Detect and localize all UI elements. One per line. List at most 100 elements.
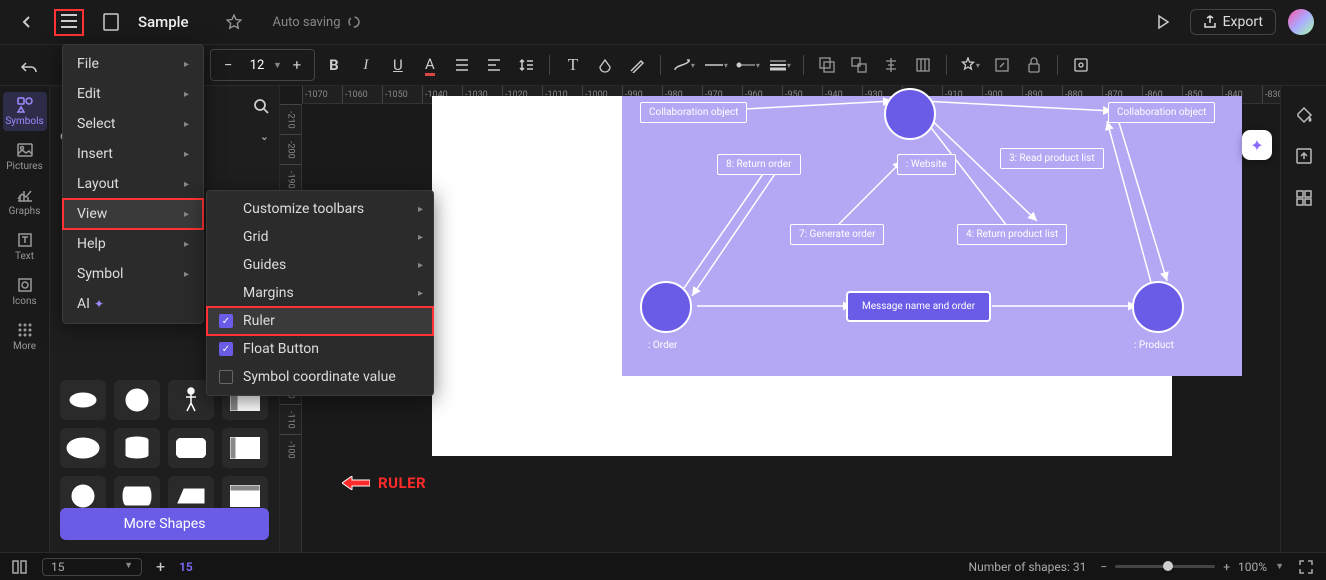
font-size-input[interactable] — [243, 58, 271, 73]
zoom-slider[interactable] — [1115, 565, 1215, 568]
export-button[interactable]: Export — [1190, 9, 1276, 35]
submenu-customize-toolbars[interactable]: Customize toolbars▸ — [207, 195, 433, 223]
more-shapes-button[interactable]: More Shapes — [60, 508, 269, 540]
menu-layout[interactable]: Layout▸ — [63, 169, 203, 199]
font-color-button[interactable]: A — [417, 52, 443, 78]
layers-button[interactable] — [1068, 52, 1094, 78]
diagram: Collaboration object Collaboration objec… — [622, 96, 1242, 376]
star-icon[interactable] — [219, 7, 249, 37]
bold-button[interactable]: B — [321, 52, 347, 78]
avatar[interactable] — [1288, 9, 1314, 35]
menu-ai[interactable]: AI✦ — [63, 289, 203, 319]
node-top-circle[interactable] — [884, 88, 936, 140]
edit-button[interactable] — [989, 52, 1015, 78]
submenu-grid[interactable]: Grid▸ — [207, 223, 433, 251]
node-generate[interactable]: 7: Generate order — [790, 224, 884, 245]
underline-button[interactable]: U — [385, 52, 411, 78]
grid-icon[interactable] — [1294, 188, 1314, 208]
node-return-order[interactable]: 8: Return order — [717, 154, 801, 175]
shape-circle[interactable] — [114, 380, 160, 420]
zoom-in-button[interactable]: + — [1223, 560, 1230, 574]
page-select[interactable]: 15 ▼ — [42, 558, 142, 576]
menu-file[interactable]: File▸ — [63, 49, 203, 79]
search-icon[interactable] — [253, 98, 269, 114]
line-color-button[interactable] — [624, 52, 650, 78]
rail-symbols[interactable]: Symbols — [3, 92, 47, 131]
paragraph-align-button[interactable] — [481, 52, 507, 78]
arrow-left-icon — [342, 476, 370, 490]
arrow-start-button[interactable]: ▾ — [735, 52, 761, 78]
text-align-button[interactable] — [449, 52, 475, 78]
line-weight-button[interactable]: ▾ — [767, 52, 793, 78]
increase-icon[interactable]: + — [284, 52, 310, 78]
node-collab2[interactable]: Collaboration object — [1108, 102, 1215, 123]
shape-grid: Yes — [60, 380, 269, 516]
italic-button[interactable]: I — [353, 52, 379, 78]
node-collab1[interactable]: Collaboration object — [640, 102, 747, 123]
rail-icons[interactable]: Icons — [3, 272, 47, 311]
lock-button[interactable] — [1021, 52, 1047, 78]
align-button[interactable] — [878, 52, 904, 78]
left-rail: Symbols Pictures Graphs Text Icons More — [0, 86, 50, 552]
shape-roundrect[interactable] — [168, 428, 214, 468]
node-message[interactable]: Message name and order — [846, 291, 991, 322]
fill-color-button[interactable] — [592, 52, 618, 78]
paint-bucket-icon[interactable] — [1294, 104, 1314, 124]
ai-sparkle-button[interactable]: ✦ — [1242, 130, 1272, 160]
pages-icon[interactable] — [12, 560, 28, 574]
right-rail — [1280, 86, 1326, 552]
fit-screen-icon[interactable] — [1298, 559, 1314, 575]
effects-button[interactable]: ▾ — [957, 52, 983, 78]
submenu-ruler[interactable]: ✓Ruler — [207, 307, 433, 335]
rail-text[interactable]: Text — [3, 227, 47, 266]
svg-text:Yes: Yes — [76, 444, 91, 454]
decrease-icon[interactable]: − — [215, 52, 241, 78]
menu-symbol[interactable]: Symbol▸ — [63, 259, 203, 289]
shape-yes[interactable]: Yes — [60, 428, 106, 468]
node-product-circle[interactable] — [1132, 281, 1184, 333]
zoom-value[interactable]: 100% — [1238, 560, 1267, 574]
submenu-margins[interactable]: Margins▸ — [207, 279, 433, 307]
undo-button[interactable] — [14, 53, 44, 83]
zoom-out-button[interactable]: − — [1100, 560, 1107, 574]
menu-select[interactable]: Select▸ — [63, 109, 203, 139]
rail-more[interactable]: More — [3, 317, 47, 356]
back-button[interactable] — [12, 7, 42, 37]
ruler-callout: RULER — [342, 474, 426, 492]
canvas[interactable]: Collaboration object Collaboration objec… — [302, 104, 1280, 552]
page-icon[interactable] — [96, 7, 126, 37]
line-style-button[interactable]: ▾ — [703, 52, 729, 78]
node-return-product[interactable]: 4: Return product list — [957, 224, 1067, 245]
submenu-float-button[interactable]: ✓Float Button — [207, 335, 433, 363]
page-add-button[interactable]: + — [156, 557, 165, 576]
ungroup-button[interactable] — [846, 52, 872, 78]
main-menu-button[interactable] — [54, 9, 84, 36]
rail-pictures[interactable]: Pictures — [3, 137, 47, 176]
submenu-guides[interactable]: Guides▸ — [207, 251, 433, 279]
main-menu: File▸ Edit▸ Select▸ Insert▸ Layout▸ View… — [62, 44, 204, 324]
distribute-button[interactable] — [910, 52, 936, 78]
rail-graphs[interactable]: Graphs — [3, 182, 47, 221]
label-product: : Product — [1134, 340, 1174, 351]
shape-rect-side[interactable] — [222, 428, 268, 468]
artboard: Collaboration object Collaboration objec… — [432, 96, 1172, 456]
menu-help[interactable]: Help▸ — [63, 229, 203, 259]
line-spacing-button[interactable] — [513, 52, 539, 78]
menu-view[interactable]: View▸ — [63, 199, 203, 229]
menu-insert[interactable]: Insert▸ — [63, 139, 203, 169]
submenu-symbol-coordinate[interactable]: Symbol coordinate value — [207, 363, 433, 391]
export-panel-icon[interactable] — [1294, 146, 1314, 166]
page-number[interactable]: 15 — [179, 560, 193, 574]
node-website[interactable]: : Website — [897, 154, 956, 175]
text-tool-button[interactable]: T — [560, 52, 586, 78]
font-size-stepper[interactable]: − ▼ + — [210, 49, 315, 81]
group-button[interactable] — [814, 52, 840, 78]
menu-edit[interactable]: Edit▸ — [63, 79, 203, 109]
node-read-product[interactable]: 3: Read product list — [1000, 148, 1104, 169]
shape-ellipse[interactable] — [60, 380, 106, 420]
node-order-circle[interactable] — [640, 281, 692, 333]
play-button[interactable] — [1148, 7, 1178, 37]
shape-cylinder[interactable] — [114, 428, 160, 468]
chevron-down-icon: ⌄ — [260, 130, 269, 143]
connector-button[interactable]: ▾ — [671, 52, 697, 78]
